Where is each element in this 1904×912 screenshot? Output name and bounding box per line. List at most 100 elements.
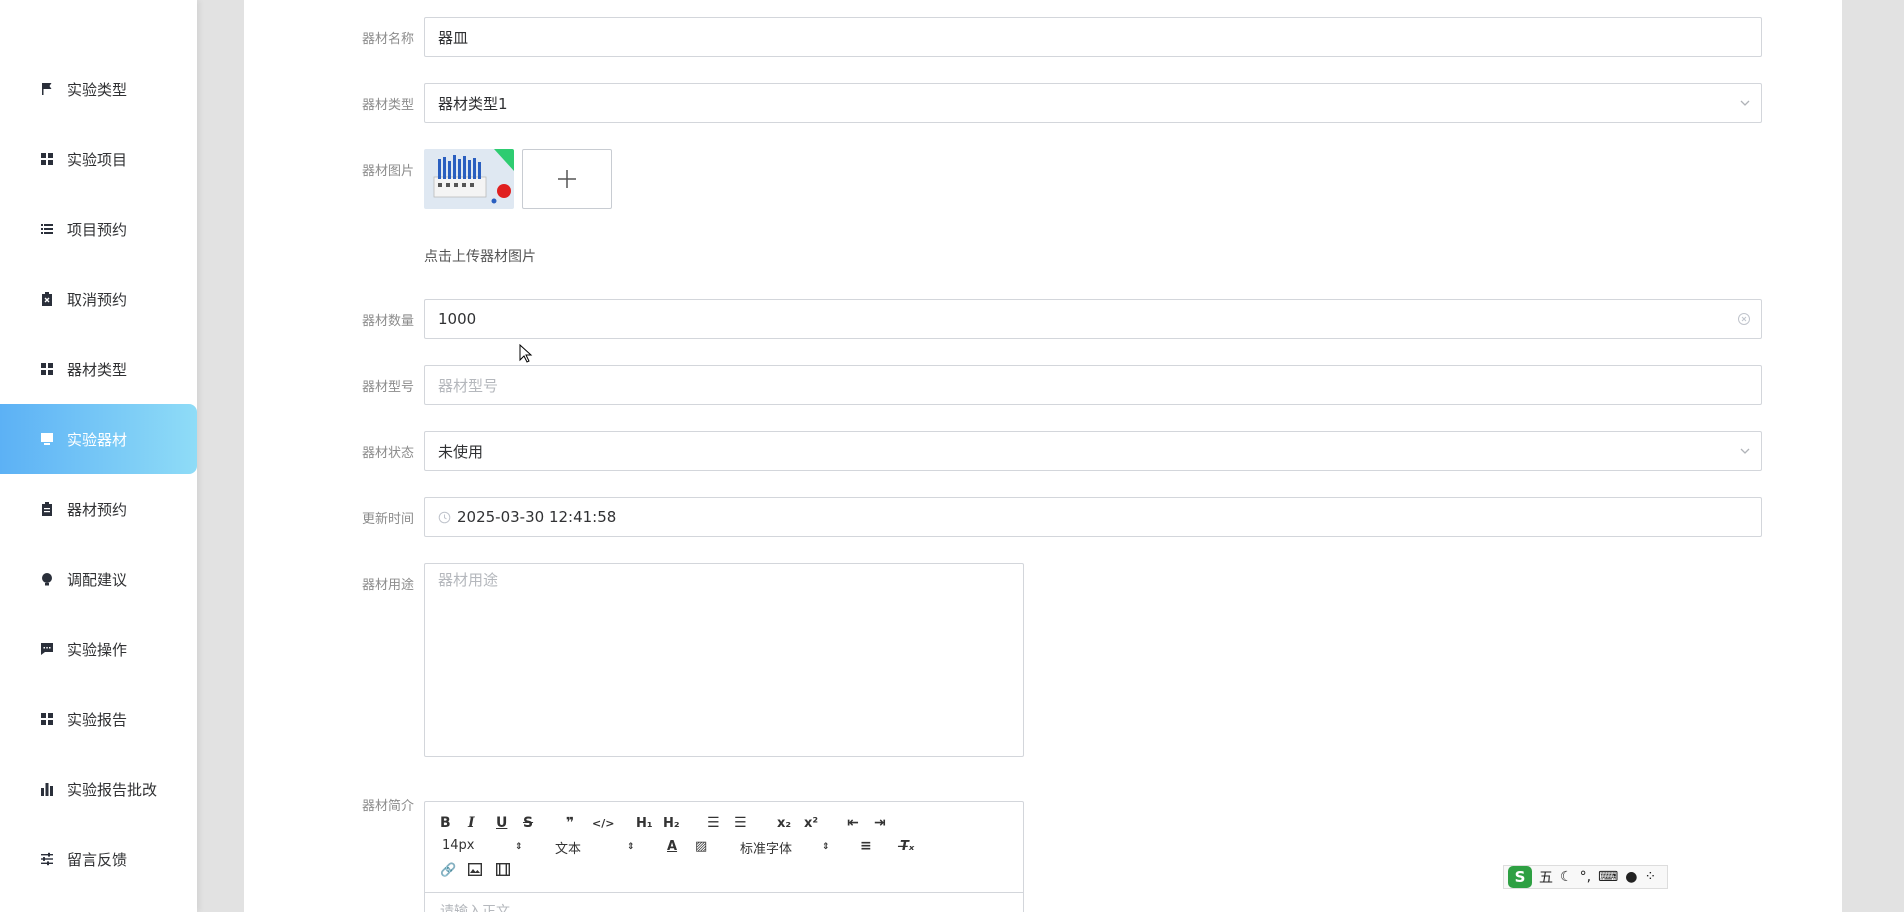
chevron-updown-icon: ⇕: [515, 842, 523, 852]
grid-icon: [40, 152, 54, 166]
sogou-logo-icon: S: [1508, 866, 1532, 888]
monitor-icon: [40, 432, 54, 446]
code-icon[interactable]: </>: [592, 813, 614, 833]
equipment-image-thumbnail[interactable]: [424, 149, 514, 209]
sidebar-item-label: 实验报告: [67, 710, 128, 729]
name-value: 器皿: [438, 28, 469, 47]
status-label: 器材状态: [361, 446, 414, 461]
indent-icon[interactable]: ⇥: [874, 813, 886, 833]
clear-format-icon[interactable]: T̶ₓ: [900, 836, 914, 856]
intro-label: 器材简介: [361, 799, 414, 814]
sidebar-item-label: 留言反馈: [67, 850, 128, 869]
chevron-updown-icon: ⇕: [627, 842, 635, 852]
updated-value: 2025-03-30 12:41:58: [457, 508, 617, 526]
usage-label: 器材用途: [361, 578, 414, 593]
font-family-select[interactable]: 标准字体: [740, 838, 792, 857]
sidebar-item-lab-equipment[interactable]: 实验器材: [0, 404, 197, 474]
sidebar-item-cancel-booking[interactable]: 取消预约: [0, 264, 197, 334]
link-icon[interactable]: 🔗: [440, 860, 456, 880]
sidebar-item-label: 实验项目: [67, 150, 128, 169]
sidebar-item-project-booking[interactable]: 项目预约: [0, 194, 197, 264]
sliders-icon: [40, 852, 54, 866]
outdent-icon[interactable]: ⇤: [847, 813, 859, 833]
name-input[interactable]: 器皿: [424, 17, 1762, 57]
upload-image-button[interactable]: [522, 149, 612, 209]
sidebar-item-experiment-project[interactable]: 实验项目: [0, 124, 197, 194]
model-input[interactable]: 器材型号: [424, 365, 1762, 405]
chevron-down-icon: [1740, 100, 1750, 106]
subscript-icon[interactable]: x₂: [777, 813, 791, 833]
bulb-icon: [40, 572, 54, 586]
sidebar: 实验类型 实验项目 项目预约 取消预约 器材类型 实验器材 器材预约 调配建议 …: [0, 0, 197, 912]
sidebar-item-report-grading[interactable]: 实验报告批改: [0, 754, 197, 824]
user-icon[interactable]: ●: [1625, 869, 1637, 885]
model-label: 器材型号: [361, 380, 414, 395]
grid-icon: [40, 712, 54, 726]
superscript-icon[interactable]: x²: [804, 813, 818, 833]
upload-hint: 点击上传器材图片: [424, 249, 536, 265]
chevron-down-icon: [1740, 448, 1750, 454]
bold-icon[interactable]: B: [440, 813, 451, 833]
text-color-icon[interactable]: A: [667, 836, 677, 856]
usage-textarea[interactable]: 器材用途: [424, 563, 1024, 757]
type-value: 器材类型1: [438, 94, 508, 113]
sidebar-item-experiment-operation[interactable]: 实验操作: [0, 614, 197, 684]
moon-icon[interactable]: ☾: [1560, 869, 1573, 885]
sidebar-item-label: 器材类型: [67, 360, 128, 379]
image-label: 器材图片: [361, 164, 414, 179]
quantity-input[interactable]: 1000: [424, 299, 1762, 339]
grid-icon: [40, 362, 54, 376]
quantity-value: 1000: [438, 310, 477, 328]
punctuation-icon[interactable]: °,: [1580, 869, 1591, 885]
background-color-icon[interactable]: ▨: [695, 836, 707, 856]
clear-icon[interactable]: [1737, 312, 1751, 326]
heading1-icon[interactable]: H₁: [636, 813, 653, 833]
quantity-label: 器材数量: [361, 314, 414, 329]
clipboard-icon: [40, 502, 54, 516]
sidebar-item-label: 器材预约: [67, 500, 128, 519]
sidebar-item-equipment-type[interactable]: 器材类型: [0, 334, 197, 404]
font-size-select[interactable]: 14px: [442, 838, 475, 853]
sidebar-item-feedback[interactable]: 留言反馈: [0, 824, 197, 894]
sidebar-item-label: 项目预约: [67, 220, 128, 239]
keyboard-icon[interactable]: ⌨: [1598, 869, 1618, 885]
quote-icon[interactable]: ❞: [566, 813, 574, 833]
editor-placeholder: 请输入正文...: [440, 904, 524, 912]
chevron-updown-icon: ⇕: [822, 842, 830, 852]
sidebar-item-label: 实验报告批改: [67, 780, 158, 799]
equipment-form: 器材名称 器皿 器材类型 器材类型1 器材图片 点击上传器材图片 器材数量 10…: [244, 0, 1842, 912]
align-left-icon[interactable]: ≡: [860, 836, 872, 856]
model-placeholder: 器材型号: [438, 376, 499, 395]
sidebar-item-experiment-report[interactable]: 实验报告: [0, 684, 197, 754]
strikethrough-icon[interactable]: S: [523, 813, 533, 833]
image-icon[interactable]: [468, 863, 482, 876]
clipboard-x-icon: [40, 292, 54, 306]
editor-content[interactable]: 请输入正文...: [425, 892, 1023, 912]
plus-icon: [558, 170, 576, 188]
rich-text-editor: B I U S ❞ </> H₁ H₂ ☰ ☰ x₂ x² ⇤ ⇥ 14px ⇕…: [424, 801, 1024, 912]
sidebar-item-label: 取消预约: [67, 290, 128, 309]
italic-icon[interactable]: I: [468, 813, 475, 833]
flag-icon: [40, 82, 54, 96]
type-select[interactable]: 器材类型1: [424, 83, 1762, 123]
bar-chart-icon: [40, 782, 54, 796]
block-type-select[interactable]: 文本: [555, 838, 581, 857]
sidebar-item-label: 实验器材: [67, 430, 128, 449]
sidebar-item-label: 调配建议: [67, 570, 128, 589]
video-icon[interactable]: [496, 863, 510, 876]
status-value: 未使用: [438, 442, 484, 461]
bullet-list-icon[interactable]: ☰: [734, 813, 747, 833]
apps-icon[interactable]: ⁘: [1644, 869, 1656, 885]
sidebar-item-allocation-advice[interactable]: 调配建议: [0, 544, 197, 614]
updated-datetime-picker[interactable]: 2025-03-30 12:41:58: [424, 497, 1762, 537]
sidebar-item-label: 实验类型: [67, 80, 128, 99]
sidebar-item-equipment-booking[interactable]: 器材预约: [0, 474, 197, 544]
sidebar-item-experiment-type[interactable]: 实验类型: [0, 54, 197, 124]
ime-mode[interactable]: 五: [1539, 867, 1553, 887]
underline-icon[interactable]: U: [496, 813, 507, 833]
status-select[interactable]: 未使用: [424, 431, 1762, 471]
heading2-icon[interactable]: H₂: [663, 813, 680, 833]
ime-toolbar[interactable]: S 五 ☾ °, ⌨ ● ⁘: [1503, 865, 1668, 889]
clock-icon: [438, 511, 451, 523]
ordered-list-icon[interactable]: ☰: [707, 813, 720, 833]
